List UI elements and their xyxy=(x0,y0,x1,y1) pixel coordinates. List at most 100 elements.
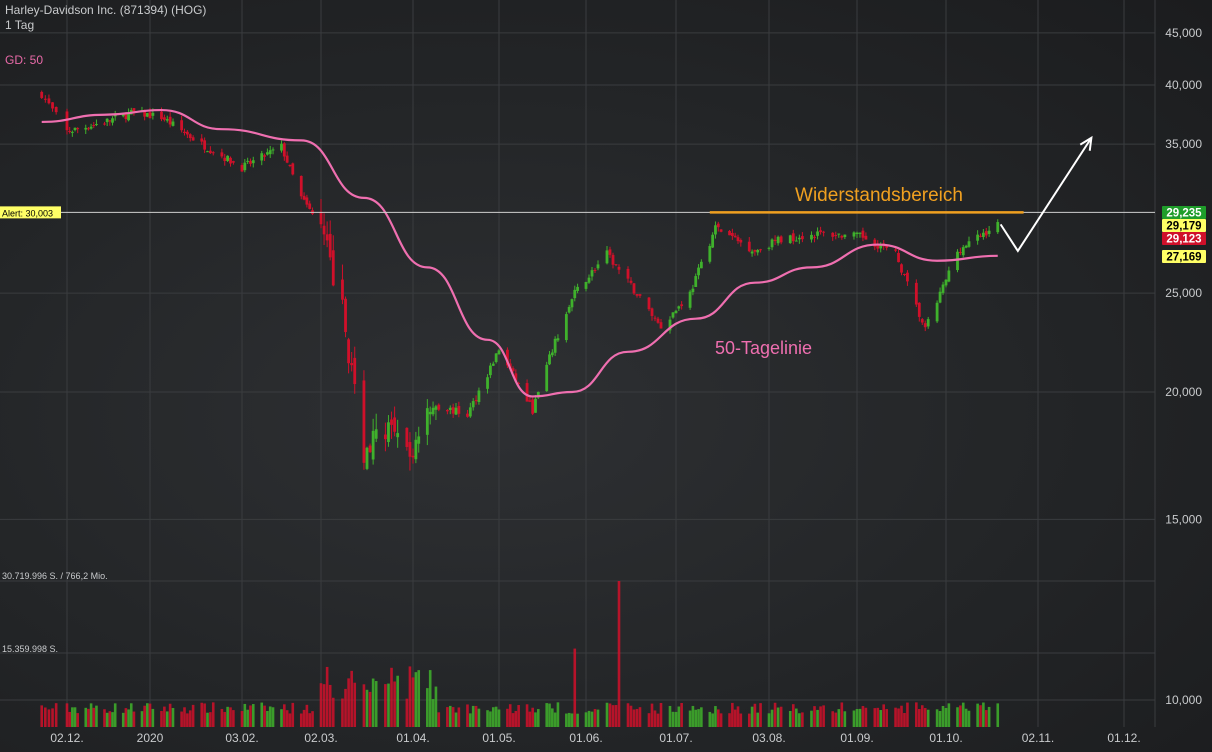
candle-body xyxy=(711,234,715,248)
candle-body xyxy=(819,230,822,233)
volume-bar xyxy=(280,709,283,727)
volume-bar xyxy=(143,705,146,727)
candle-body xyxy=(200,138,204,142)
volume-bar xyxy=(531,707,534,727)
y-tick-label: 10,000 xyxy=(1165,693,1202,707)
candle-body xyxy=(584,282,588,289)
volume-bar xyxy=(798,713,801,727)
candle-body xyxy=(70,131,74,133)
volume-bar xyxy=(466,704,469,727)
x-tick-label: 02.12. xyxy=(50,731,83,745)
volume-bar xyxy=(733,709,737,727)
volume-bar xyxy=(47,709,51,727)
candle-body xyxy=(719,229,723,232)
volume-bar xyxy=(770,709,774,727)
volume-bar xyxy=(203,703,206,727)
volume-bar xyxy=(40,705,44,727)
candle-body xyxy=(260,153,264,161)
candle-body xyxy=(956,251,959,271)
candle-body xyxy=(350,363,354,366)
candle-body xyxy=(486,377,489,389)
candle-body xyxy=(728,230,731,236)
volume-bar xyxy=(834,712,838,727)
candle-body xyxy=(525,383,529,402)
candle-body xyxy=(265,152,269,155)
volume-bar xyxy=(810,710,813,727)
candle-body xyxy=(280,143,283,151)
volume-bar xyxy=(291,702,295,727)
volume-bar xyxy=(384,684,387,727)
price-tag-label: 29,123 xyxy=(1166,234,1201,246)
volume-bar xyxy=(393,681,396,727)
volume-bar xyxy=(229,707,232,727)
candle-body xyxy=(223,157,227,162)
volume-bar xyxy=(650,703,654,727)
candle-body xyxy=(434,406,438,410)
candle-body xyxy=(111,118,114,123)
volume-bars xyxy=(40,581,1000,727)
candle-body xyxy=(733,235,737,238)
candle-body xyxy=(211,152,215,154)
price-chart[interactable]: Alert: 30,003 Widerstandsbereich 50-Tageli… xyxy=(0,0,1212,752)
volume-bar xyxy=(567,712,571,727)
volume-bar xyxy=(576,713,579,727)
volume-bar xyxy=(697,709,700,727)
volume-bar xyxy=(299,713,303,727)
volume-bar xyxy=(311,711,314,727)
candle-body xyxy=(302,195,306,200)
volume-bar xyxy=(132,711,136,727)
volume-bar xyxy=(302,709,306,727)
volume-bar xyxy=(923,708,927,727)
volume-bar xyxy=(700,707,703,727)
candle-body xyxy=(414,439,418,460)
candle-body xyxy=(40,91,44,98)
volume-bar xyxy=(691,705,695,727)
volume-bar xyxy=(260,702,264,727)
candle-body xyxy=(879,245,883,249)
volume-bar xyxy=(506,708,509,727)
candle-body xyxy=(567,306,571,313)
candle-body xyxy=(858,232,862,234)
volume-bar xyxy=(593,709,597,727)
candle-body xyxy=(894,249,897,251)
volume-bar xyxy=(767,713,771,727)
volume-bar xyxy=(163,706,166,727)
volume-bar xyxy=(635,708,639,727)
volume-bar xyxy=(885,709,888,727)
candle-body xyxy=(708,246,712,262)
candle-body xyxy=(68,130,72,132)
candle-body xyxy=(183,131,186,133)
volume-bar xyxy=(926,709,930,727)
candle-body xyxy=(51,102,54,109)
volume-bar xyxy=(915,702,918,727)
volume-bar xyxy=(491,707,495,727)
volume-bar xyxy=(840,702,844,727)
volume-bar xyxy=(514,710,518,727)
volume-bar xyxy=(183,707,186,727)
candle-body xyxy=(716,223,720,228)
candle-body xyxy=(697,267,700,276)
volume-bar xyxy=(545,703,549,727)
candle-body xyxy=(852,232,856,237)
volume-bar xyxy=(489,711,492,727)
volume-bar xyxy=(146,703,149,727)
volume-bar xyxy=(92,707,96,727)
volume-bar xyxy=(263,705,266,727)
candle-body xyxy=(813,236,816,238)
volume-bar xyxy=(903,713,906,727)
candle-body xyxy=(103,123,106,125)
volume-bar xyxy=(451,707,455,727)
candle-body xyxy=(308,203,312,209)
volume-bar xyxy=(941,705,945,727)
candle-body xyxy=(626,268,630,279)
volume-bar xyxy=(200,702,204,727)
candle-body xyxy=(906,272,909,282)
candle-body xyxy=(638,294,642,296)
volume-bar xyxy=(984,710,988,727)
volume-bar xyxy=(668,705,672,727)
y-tick-label: 15,000 xyxy=(1165,512,1202,526)
volume-bar xyxy=(938,711,942,727)
candle-body xyxy=(491,363,495,366)
volume-bar xyxy=(121,712,125,727)
volume-bar xyxy=(105,712,109,727)
